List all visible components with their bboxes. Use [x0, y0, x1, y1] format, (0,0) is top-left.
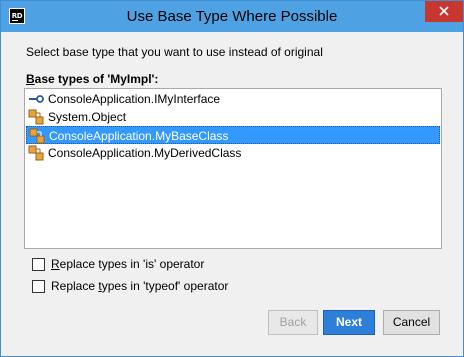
back-button[interactable]: Back [268, 310, 318, 335]
replace-typeof-checkbox[interactable] [32, 280, 45, 293]
class-icon [28, 109, 44, 125]
window-title: Use Base Type Where Possible [126, 8, 338, 25]
list-label-rest: ase types of 'MyImpl': [34, 72, 159, 86]
list-label-accel: B [26, 72, 35, 86]
list-item[interactable]: ConsoleApplication.MyDerivedClass [26, 144, 440, 162]
title-bar[interactable]: RD Use Base Type Where Possible [1, 1, 463, 32]
dialog-content: Select base type that you want to use in… [1, 32, 463, 356]
list-item-label: ConsoleApplication.IMyInterface [48, 92, 221, 106]
list-item[interactable]: System.Object [26, 108, 440, 126]
dialog-window: RD Use Base Type Where Possible Select b… [0, 0, 464, 357]
replace-typeof-label[interactable]: Replace types in 'typeof' operator [51, 279, 228, 293]
option-label-rest: eplace types in 'is' operator [59, 257, 205, 271]
option-label-prefix: Replace [51, 279, 99, 293]
interface-icon [29, 95, 44, 103]
class-icon [28, 145, 44, 161]
replace-is-label[interactable]: Replace types in 'is' operator [51, 257, 204, 271]
instruction-text: Select base type that you want to use in… [26, 45, 323, 59]
close-icon [439, 6, 449, 16]
list-item[interactable]: ConsoleApplication.IMyInterface [26, 90, 440, 108]
base-types-list[interactable]: ConsoleApplication.IMyInterface System.O… [24, 88, 442, 249]
next-button[interactable]: Next [323, 310, 375, 335]
cancel-button[interactable]: Cancel [383, 310, 440, 335]
list-label: Base types of 'MyImpl': [26, 72, 158, 86]
close-button[interactable] [425, 1, 463, 22]
list-item-label: ConsoleApplication.MyDerivedClass [48, 146, 242, 160]
class-icon [29, 128, 45, 144]
option-label-accel: R [51, 257, 60, 271]
replace-is-checkbox[interactable] [32, 258, 45, 271]
list-item-label: ConsoleApplication.MyBaseClass [49, 129, 229, 143]
list-item-label: System.Object [48, 110, 127, 124]
option-label-rest: ypes in 'typeof' operator [101, 279, 229, 293]
list-item-selected[interactable]: ConsoleApplication.MyBaseClass [26, 126, 440, 144]
